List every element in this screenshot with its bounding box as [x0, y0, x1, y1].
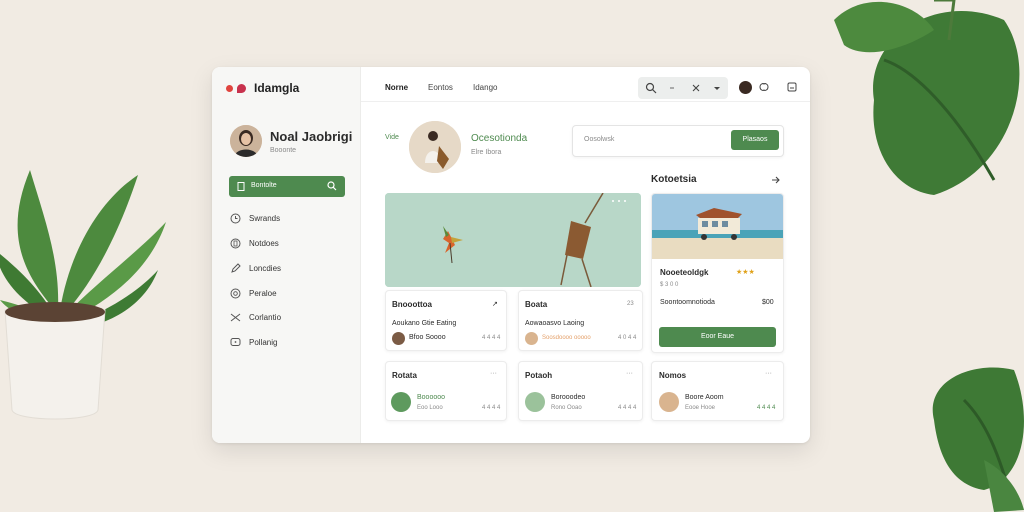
listing-price: $00 [762, 299, 774, 306]
listing-image [652, 194, 783, 259]
sidebar-item-notdoes[interactable]: Notdoes [230, 236, 279, 250]
info-card[interactable]: Bnooottoa ↗ Aoukano Gtie Eating Bfoo Soo… [385, 290, 507, 351]
card-user: Soosdoooo ooooo [542, 335, 591, 341]
listing-detail: Soontoomnotioda [660, 299, 715, 306]
search-placeholder: Oosolwsk [584, 136, 615, 143]
section-title: Kotoetsia [651, 174, 697, 185]
chevron-down-icon[interactable] [711, 82, 723, 94]
card-desc: Aoukano Gtie Eating [392, 320, 457, 327]
sidebar-item-label: Peraloe [249, 288, 277, 298]
avatar [525, 332, 538, 345]
sidebar-item-label: Swrands [249, 213, 281, 223]
profile-name: Noal Jaobrigi [270, 129, 353, 144]
sidebar-item-label: Loncdies [249, 263, 282, 273]
at-icon [230, 288, 241, 298]
rating-stars: ★★★ [736, 269, 755, 276]
featured-subtitle: Elre Ibora [471, 149, 502, 156]
avatar [525, 392, 545, 412]
window-dot-red[interactable] [226, 85, 233, 92]
puzzle-icon[interactable] [758, 81, 770, 93]
sidebar-item-pollanig[interactable]: Pollanig [230, 335, 277, 349]
more-icon[interactable]: ··· [765, 370, 772, 377]
top-bar: Norne Eontos Idango [361, 67, 810, 102]
person-card[interactable]: Nomos ··· Boore Aoom Eooe Hooe 4 4 4 4 [651, 361, 784, 421]
close-icon[interactable] [690, 82, 702, 94]
listing-title: Nooeteoldgk [660, 268, 709, 277]
main-content: Norne Eontos Idango Vide Ocesotionda Elr… [361, 67, 810, 443]
search-input[interactable]: Oosolwsk Plasaos [572, 125, 784, 157]
user-avatar[interactable] [739, 81, 752, 94]
bookmark-icon [230, 238, 241, 248]
expand-icon[interactable]: ↗ [492, 300, 498, 308]
card-title: Bnooottoa [392, 300, 432, 309]
document-icon [237, 182, 245, 191]
more-icon[interactable]: ··· [626, 370, 633, 377]
search-icon [327, 181, 337, 191]
more-icon[interactable]: ··· [490, 370, 497, 377]
tab-eontos[interactable]: Eontos [428, 83, 453, 92]
potted-plant-image [0, 170, 166, 420]
card-title: Potaoh [525, 371, 553, 380]
person-card[interactable]: Rotata ··· Boooooo Eoo Looo 4 4 4 4 [385, 361, 507, 421]
listing-button[interactable]: Eoor Eaue [659, 327, 776, 347]
profile-avatar[interactable] [230, 125, 262, 157]
card-meta: 4 0 4 4 [618, 335, 637, 341]
clock-icon [230, 213, 241, 223]
person-card[interactable]: Potaoh ··· Borooodeo Rono Ooao 4 4 4 4 [518, 361, 643, 421]
card-title: Rotata [392, 371, 417, 380]
card-action[interactable]: 23 [627, 301, 634, 307]
listing-card[interactable]: Nooeteoldgk ★★★ $ 3 0 0 Soontoomnotioda … [651, 193, 784, 353]
tab-norne[interactable]: Norne [385, 83, 408, 92]
pen-icon [231, 262, 241, 273]
search-icon[interactable] [645, 82, 657, 94]
card-count: 4 4 4 4 [482, 405, 501, 411]
featured-label: Vide [385, 134, 399, 141]
card-count: 4 4 4 4 [618, 405, 637, 411]
card-user: Bfoo Soooo [409, 334, 446, 341]
sidebar: Idamgla Noal Jaobrigi Booonte Bontolte S… [212, 67, 361, 443]
search-button[interactable]: Plasaos [731, 130, 779, 150]
sidebar-item-swrands[interactable]: Swrands [230, 211, 280, 225]
monstera-leaf-image [932, 367, 1024, 512]
sidebar-search-label: Bontolte [251, 182, 277, 189]
avatar [392, 332, 405, 345]
featured-title: Ocesotionda [471, 133, 528, 144]
sidebar-item-label: Corlantio [249, 312, 282, 322]
card-meta: Eooe Hooe [685, 405, 716, 411]
card-meta: 4 4 4 4 [482, 335, 501, 341]
arrow-right-icon[interactable] [771, 176, 781, 184]
info-card[interactable]: Boata 23 Aowaoasvo Laoing Soosdoooo oooo… [518, 290, 643, 351]
sidebar-item-peraloe[interactable]: Peraloe [230, 286, 277, 300]
card-user: Boooooo [417, 394, 446, 401]
featured-avatar[interactable] [409, 121, 461, 173]
avatar [391, 392, 411, 412]
card-desc: Aowaoasvo Laoing [525, 320, 585, 327]
card-title: Nomos [659, 371, 687, 380]
card-count: 4 4 4 4 [757, 405, 776, 411]
sidebar-item-label: Pollanig [249, 337, 278, 347]
app-window: Idamgla Noal Jaobrigi Booonte Bontolte S… [212, 67, 810, 443]
sidebar-item-label: Notdoes [249, 238, 279, 248]
listing-subtitle: $ 3 0 0 [660, 282, 679, 288]
card-meta: Rono Ooao [551, 405, 582, 411]
brand-name: Idamgla [254, 81, 300, 95]
profile-subtitle: Booonte [270, 147, 297, 154]
card-user: Borooodeo [551, 394, 586, 401]
chat-icon [230, 337, 241, 346]
shuffle-icon [230, 313, 241, 321]
sidebar-item-corlantio[interactable]: Corlantio [230, 310, 281, 324]
sidebar-search-button[interactable]: Bontolte [229, 176, 345, 197]
card-user: Boore Aoom [685, 394, 724, 401]
avatar [659, 392, 679, 412]
brand-logo-icon [237, 84, 246, 93]
tab-idango[interactable]: Idango [473, 83, 497, 92]
toolbar-group [638, 77, 728, 99]
share-icon[interactable] [786, 81, 798, 93]
card-title: Boata [525, 300, 548, 309]
card-meta: Eoo Looo [417, 405, 443, 411]
monstera-leaf-image [834, 0, 1020, 195]
hero-image[interactable] [385, 193, 641, 287]
minus-icon[interactable] [666, 82, 678, 94]
sidebar-item-loncdies[interactable]: Loncdies [230, 261, 281, 275]
